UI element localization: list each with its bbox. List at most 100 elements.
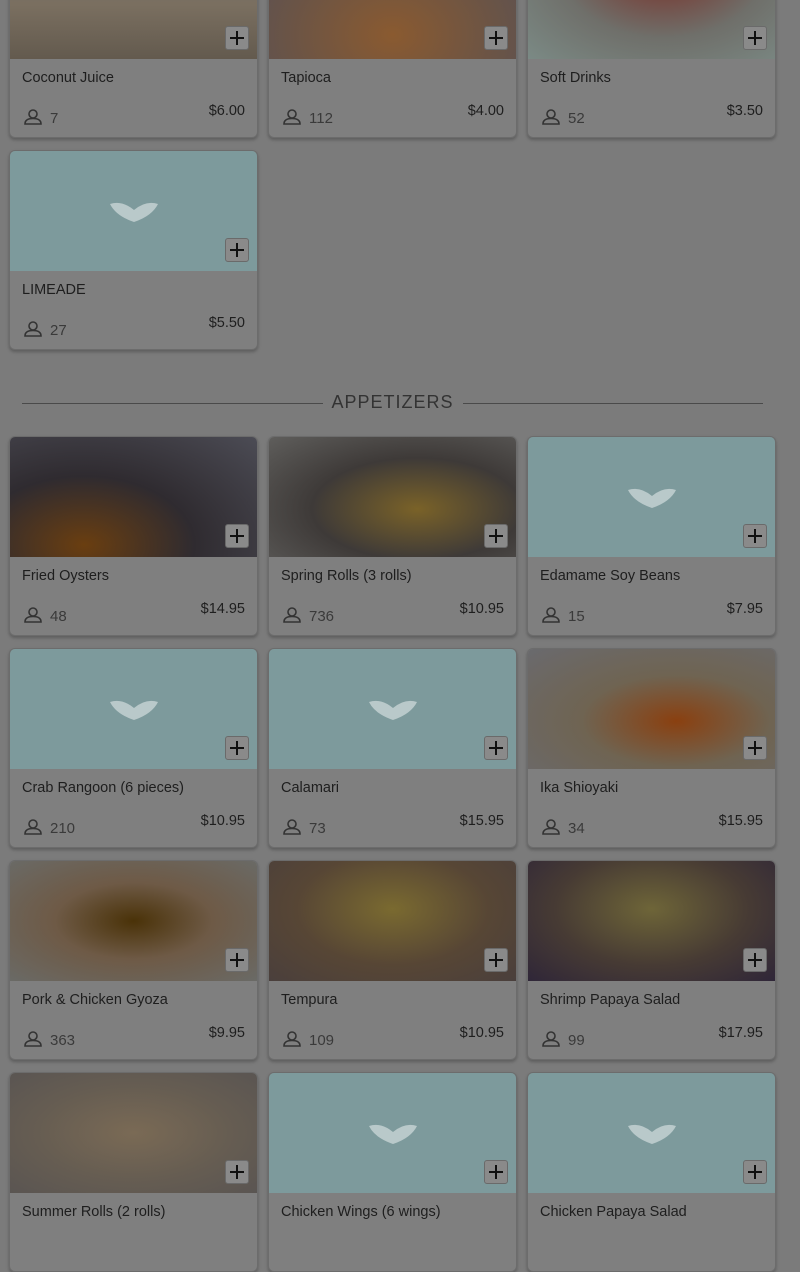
add-to-cart-button[interactable]: [484, 1160, 508, 1184]
menu-item-card[interactable]: LIMEADE 27 $5.50: [9, 150, 258, 350]
item-photo-placeholder: [528, 437, 775, 557]
item-name: Ika Shioyaki: [540, 780, 619, 796]
order-count: 109: [309, 1032, 335, 1049]
item-photo: [528, 0, 775, 59]
item-meta: 73 $15.95: [283, 813, 504, 839]
plus-icon: [489, 953, 503, 967]
menu-item-card[interactable]: Calamari 73 $15.95: [268, 648, 517, 848]
fish-logo-icon: [627, 1124, 676, 1144]
menu-item-card[interactable]: Chicken Wings (6 wings): [268, 1072, 517, 1272]
item-meta: 15 $7.95: [542, 601, 763, 627]
item-photo-placeholder: [269, 649, 516, 769]
item-name: Coconut Juice: [22, 70, 114, 86]
item-meta: 109 $10.95: [283, 1025, 504, 1051]
item-name: Shrimp Papaya Salad: [540, 992, 681, 1008]
item-name: Soft Drinks: [540, 70, 611, 86]
menu-item-card[interactable]: Pork & Chicken Gyoza 363 $9.95: [9, 860, 258, 1060]
order-count: 52: [568, 110, 585, 127]
item-price: $7.95: [726, 601, 763, 617]
add-to-cart-button[interactable]: [743, 1160, 767, 1184]
plus-icon: [748, 741, 762, 755]
plus-icon: [748, 953, 762, 967]
item-price: $5.50: [208, 315, 245, 331]
add-to-cart-button[interactable]: [225, 238, 249, 262]
plus-icon: [748, 31, 762, 45]
fish-logo-icon: [109, 202, 158, 222]
user-icon: [283, 1031, 301, 1047]
order-count: 7: [50, 110, 59, 127]
add-to-cart-button[interactable]: [743, 948, 767, 972]
item-price: $4.00: [467, 103, 504, 119]
plus-icon: [230, 953, 244, 967]
menu-item-card[interactable]: Coconut Juice 7 $6.00: [9, 0, 258, 138]
menu-item-card[interactable]: Shrimp Papaya Salad 99 $17.95: [527, 860, 776, 1060]
item-price: $10.95: [200, 813, 245, 829]
menu-item-card[interactable]: Summer Rolls (2 rolls): [9, 1072, 258, 1272]
fish-logo-icon: [368, 700, 417, 720]
order-count: 99: [568, 1032, 585, 1049]
order-count: 363: [50, 1032, 76, 1049]
add-to-cart-button[interactable]: [225, 524, 249, 548]
add-to-cart-button[interactable]: [225, 26, 249, 50]
add-to-cart-button[interactable]: [743, 736, 767, 760]
menu-item-card[interactable]: Spring Rolls (3 rolls) 736 $10.95: [268, 436, 517, 636]
item-meta: 7 $6.00: [24, 103, 245, 129]
plus-icon: [489, 529, 503, 543]
menu-item-card[interactable]: Fried Oysters 48 $14.95: [9, 436, 258, 636]
plus-icon: [230, 1165, 244, 1179]
menu-item-card[interactable]: Chicken Papaya Salad: [527, 1072, 776, 1272]
add-to-cart-button[interactable]: [225, 736, 249, 760]
plus-icon: [489, 31, 503, 45]
plus-icon: [230, 243, 244, 257]
item-photo-placeholder: [10, 649, 257, 769]
add-to-cart-button[interactable]: [484, 736, 508, 760]
add-to-cart-button[interactable]: [225, 948, 249, 972]
item-meta: 112 $4.00: [283, 103, 504, 129]
item-price: $9.95: [208, 1025, 245, 1041]
item-price: $15.95: [459, 813, 504, 829]
item-meta: 210 $10.95: [24, 813, 245, 839]
order-count: 15: [568, 608, 585, 625]
item-name: Tapioca: [281, 70, 331, 86]
item-name: Summer Rolls (2 rolls): [22, 1204, 166, 1220]
item-photo: [269, 437, 516, 557]
menu-item-card[interactable]: Ika Shioyaki 34 $15.95: [527, 648, 776, 848]
item-photo: [10, 0, 257, 59]
plus-icon: [230, 529, 244, 543]
order-count: 34: [568, 820, 585, 837]
user-icon: [542, 819, 560, 835]
user-icon: [24, 1031, 42, 1047]
add-to-cart-button[interactable]: [225, 1160, 249, 1184]
item-meta: 34 $15.95: [542, 813, 763, 839]
menu-item-card[interactable]: Tapioca 112 $4.00: [268, 0, 517, 138]
plus-icon: [489, 741, 503, 755]
order-count: 210: [50, 820, 76, 837]
item-name: Pork & Chicken Gyoza: [22, 992, 168, 1008]
user-icon: [24, 321, 42, 337]
item-photo: [269, 861, 516, 981]
plus-icon: [230, 741, 244, 755]
menu-item-card[interactable]: Edamame Soy Beans 15 $7.95: [527, 436, 776, 636]
add-to-cart-button[interactable]: [484, 524, 508, 548]
user-icon: [542, 109, 560, 125]
add-to-cart-button[interactable]: [484, 948, 508, 972]
plus-icon: [230, 31, 244, 45]
item-meta: 99 $17.95: [542, 1025, 763, 1051]
divider: [463, 403, 763, 404]
item-price: $15.95: [718, 813, 763, 829]
add-to-cart-button[interactable]: [484, 26, 508, 50]
item-meta: 27 $5.50: [24, 315, 245, 341]
item-photo-placeholder: [10, 151, 257, 271]
plus-icon: [748, 1165, 762, 1179]
menu-item-card[interactable]: Crab Rangoon (6 pieces) 210 $10.95: [9, 648, 258, 848]
item-name: Crab Rangoon (6 pieces): [22, 780, 185, 796]
item-meta: 52 $3.50: [542, 103, 763, 129]
add-to-cart-button[interactable]: [743, 524, 767, 548]
item-name: Chicken Papaya Salad: [540, 1204, 687, 1220]
menu-item-card[interactable]: Tempura 109 $10.95: [268, 860, 517, 1060]
menu-page: Coconut Juice 7 $6.00 Tapioca 112 $4.00: [0, 0, 800, 1272]
add-to-cart-button[interactable]: [743, 26, 767, 50]
item-price: $10.95: [459, 1025, 504, 1041]
menu-item-card[interactable]: Soft Drinks 52 $3.50: [527, 0, 776, 138]
item-name: Edamame Soy Beans: [540, 568, 681, 584]
